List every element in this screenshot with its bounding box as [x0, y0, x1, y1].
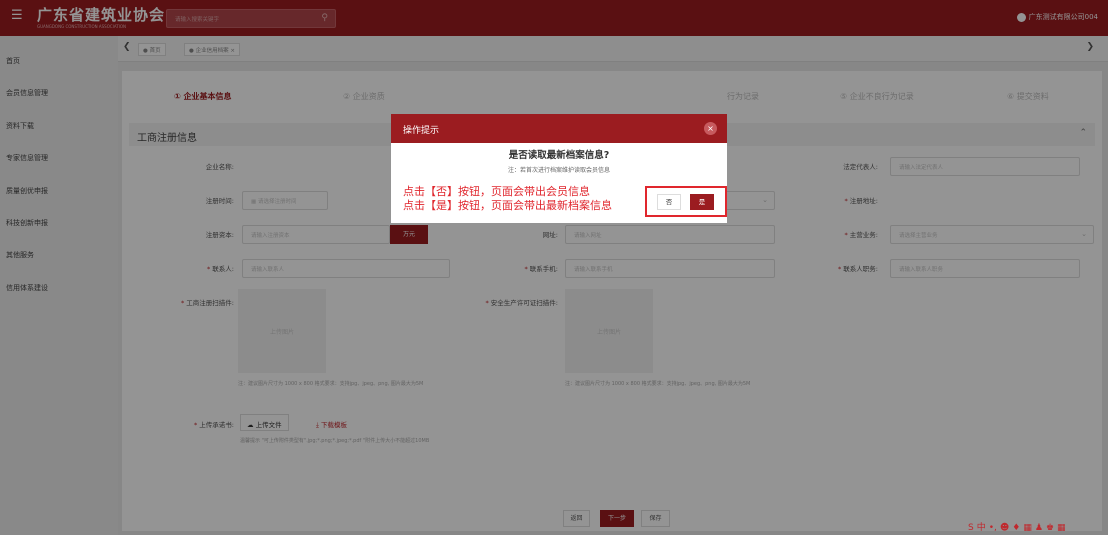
yes-button[interactable]: 是	[690, 194, 714, 210]
annotation-line-2: 点击【是】按钮，页面会带出最新档案信息	[403, 199, 612, 212]
dialog-title: 操作提示	[403, 126, 440, 136]
ime-chinese-mode[interactable]: 中	[977, 520, 986, 533]
dialog-question: 是否读取最新档案信息?	[508, 150, 610, 161]
ime-toolbar[interactable]: S 中 •, ☻ ♦ ▦ ♟ ♚ ▦	[968, 520, 1069, 533]
dialog-note: 注：若首次进行档案维护读取会员信息	[507, 167, 610, 174]
instruction-annotation: 点击【否】按钮，页面会带出会员信息 点击【是】按钮，页面会带出最新档案信息	[403, 185, 612, 213]
annotation-line-1: 点击【否】按钮，页面会带出会员信息	[403, 185, 590, 198]
ime-mic-icon[interactable]: ♦	[1012, 523, 1020, 533]
sogou-icon[interactable]: S	[968, 523, 974, 533]
ime-keyboard-icon[interactable]: ▦	[1023, 523, 1032, 533]
ime-skin-icon[interactable]: ♚	[1046, 523, 1054, 533]
ime-menu-icon[interactable]: ▦	[1057, 523, 1066, 533]
modal-overlay	[0, 0, 1108, 535]
dialog-header: 操作提示 ×	[391, 114, 727, 143]
ime-punct-icon[interactable]: •,	[989, 523, 997, 533]
close-icon[interactable]: ×	[704, 122, 717, 135]
no-button[interactable]: 否	[657, 194, 681, 210]
ime-user-icon[interactable]: ♟	[1035, 523, 1043, 533]
ime-emoji-icon[interactable]: ☻	[1000, 523, 1009, 533]
